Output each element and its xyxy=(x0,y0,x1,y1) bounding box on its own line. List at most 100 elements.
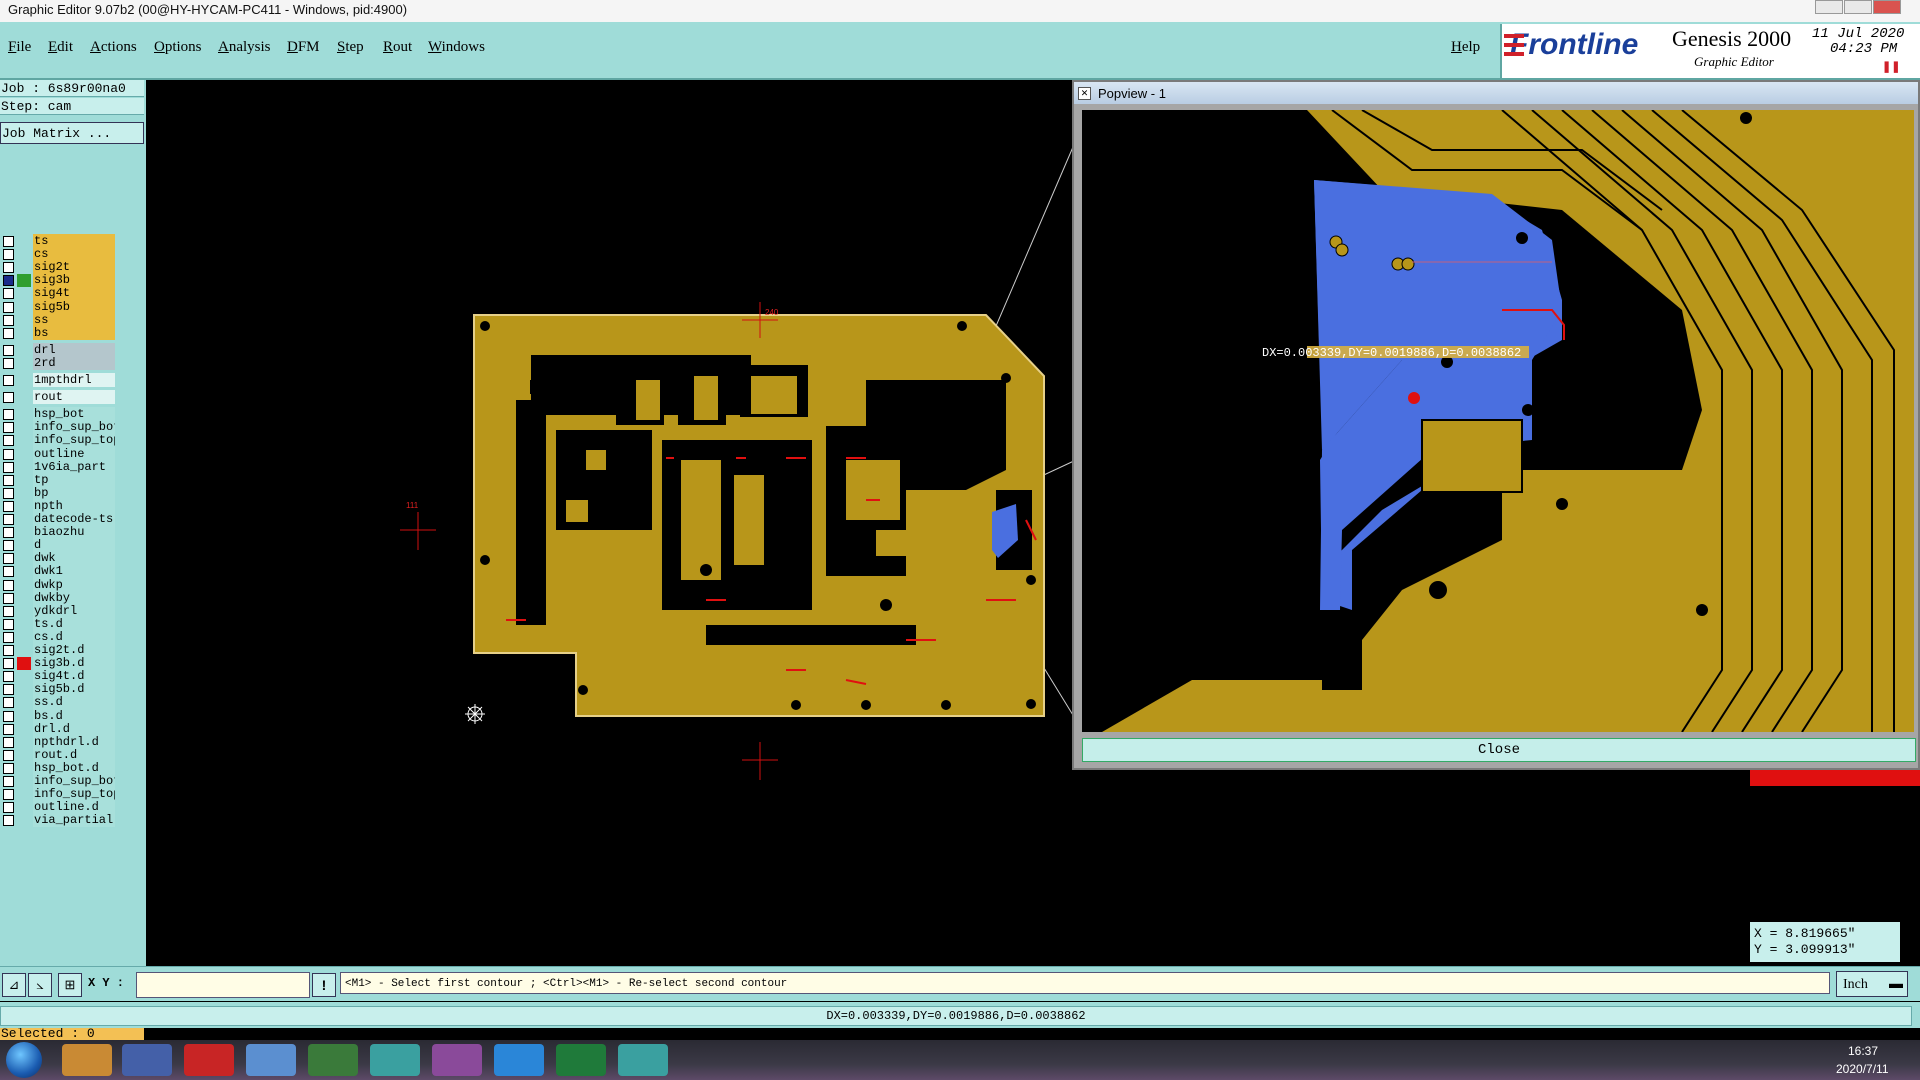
messenger-icon[interactable] xyxy=(494,1044,544,1076)
layer-name[interactable]: info_sup_top xyxy=(33,787,115,802)
layer-checkbox[interactable] xyxy=(3,275,14,287)
layer-row[interactable]: 1mpthdrl xyxy=(0,373,118,388)
layer-checkbox[interactable] xyxy=(3,409,14,421)
layer-name[interactable]: 1mpthdrl xyxy=(33,373,115,387)
layer-name[interactable]: bp xyxy=(33,485,115,500)
layer-checkbox[interactable] xyxy=(3,500,14,512)
layer-checkbox[interactable] xyxy=(3,314,14,326)
layer-checkbox[interactable] xyxy=(3,631,14,643)
layer-name[interactable]: info_sup_bot xyxy=(33,774,115,788)
layer-checkbox[interactable] xyxy=(3,540,14,552)
menu-actions[interactable]: Actions xyxy=(90,39,137,56)
layer-checkbox[interactable] xyxy=(3,618,14,630)
menu-windows[interactable]: Windows xyxy=(428,39,485,56)
layer-checkbox[interactable] xyxy=(3,762,14,774)
layer-name[interactable]: biaozhu xyxy=(33,525,115,540)
layer-checkbox[interactable] xyxy=(3,815,14,827)
layer-row[interactable]: via_partial xyxy=(0,813,118,828)
shell-app-icon[interactable] xyxy=(62,1044,112,1076)
minimize-button[interactable] xyxy=(1815,0,1843,14)
layer-checkbox[interactable] xyxy=(3,566,14,578)
layer-name[interactable]: npth xyxy=(33,498,115,513)
close-window-button[interactable] xyxy=(1873,0,1901,14)
layer-name[interactable]: ss xyxy=(33,312,115,327)
layer-checkbox[interactable] xyxy=(3,671,14,683)
layer-checkbox[interactable] xyxy=(3,375,14,386)
layer-name[interactable]: rout.d xyxy=(33,747,115,762)
layer-name[interactable]: npthdrl.d xyxy=(33,734,115,749)
layer-row[interactable]: 2rd xyxy=(0,355,118,371)
layer-checkbox[interactable] xyxy=(3,736,14,748)
layer-checkbox[interactable] xyxy=(3,802,14,814)
layer-name[interactable]: sig5b xyxy=(33,299,115,314)
popview-zoom-view[interactable]: DX=0.003339,DY=0.0019886,D=0.0038862 xyxy=(1082,110,1914,732)
layer-checkbox[interactable] xyxy=(3,579,14,591)
layer-name[interactable]: sig4t xyxy=(33,286,115,301)
save-app-icon[interactable] xyxy=(122,1044,172,1076)
layer-checkbox[interactable] xyxy=(3,435,14,447)
start-button[interactable] xyxy=(6,1042,42,1078)
layer-name[interactable]: via_partial xyxy=(33,813,115,828)
layer-name[interactable]: hsp_bot xyxy=(33,407,115,422)
menu-help[interactable]: Help xyxy=(1451,39,1480,56)
menu-analysis[interactable]: Analysis xyxy=(218,39,271,56)
layer-row[interactable]: bs xyxy=(0,325,118,341)
layer-checkbox[interactable] xyxy=(3,553,14,565)
layer-name[interactable]: cs xyxy=(33,247,115,262)
layer-name[interactable]: tp xyxy=(33,472,115,487)
layer-name[interactable]: bs xyxy=(33,325,115,340)
layer-checkbox[interactable] xyxy=(3,392,14,404)
layer-name[interactable]: sig4t.d xyxy=(33,669,115,684)
layer-checkbox[interactable] xyxy=(3,645,14,656)
measure-icon[interactable]: ⦣ xyxy=(28,973,52,997)
layer-checkbox[interactable] xyxy=(3,327,14,339)
layer-checkbox[interactable] xyxy=(3,514,14,525)
app-green-icon[interactable] xyxy=(308,1044,358,1076)
xy-input[interactable] xyxy=(136,972,310,998)
layer-checkbox[interactable] xyxy=(3,605,14,617)
layer-checkbox[interactable] xyxy=(3,749,14,761)
layer-checkbox[interactable] xyxy=(3,288,14,300)
menu-dfm[interactable]: DFM xyxy=(287,39,320,56)
layer-name[interactable]: d xyxy=(33,538,115,553)
layer-checkbox[interactable] xyxy=(3,723,14,735)
layer-checkbox[interactable] xyxy=(3,658,14,670)
layer-name[interactable]: dwk1 xyxy=(33,564,115,579)
layer-name[interactable]: bs.d xyxy=(33,708,115,723)
layer-name[interactable]: 2rd xyxy=(33,355,115,370)
layer-name[interactable]: dwkby xyxy=(33,590,115,605)
app-red-icon[interactable] xyxy=(184,1044,234,1076)
layer-checkbox[interactable] xyxy=(3,697,14,709)
layer-name[interactable]: ydkdrl xyxy=(33,603,115,618)
layer-name[interactable]: cs.d xyxy=(33,629,115,644)
menu-options[interactable]: Options xyxy=(154,39,202,56)
layer-name[interactable]: outline.d xyxy=(33,800,115,815)
menu-step[interactable]: Step xyxy=(337,39,364,56)
layer-checkbox[interactable] xyxy=(3,527,14,539)
popview-close-button[interactable]: Close xyxy=(1082,738,1916,762)
layer-name[interactable]: sig3b xyxy=(33,273,115,288)
maximize-button[interactable] xyxy=(1844,0,1872,14)
layer-row[interactable]: rout xyxy=(0,390,118,405)
genesis-icon-2[interactable] xyxy=(618,1044,668,1076)
layer-name[interactable]: ts.d xyxy=(33,616,115,631)
info-icon[interactable]: ! xyxy=(312,973,336,997)
menu-edit[interactable]: Edit xyxy=(48,39,73,56)
layer-name[interactable]: outline xyxy=(33,446,115,461)
layer-name[interactable]: dwk xyxy=(33,551,115,566)
layer-checkbox[interactable] xyxy=(3,592,14,604)
layer-checkbox[interactable] xyxy=(3,789,14,801)
layer-name[interactable]: sig3b.d xyxy=(33,656,115,671)
notepad-icon[interactable] xyxy=(246,1044,296,1076)
layer-name[interactable]: drl.d xyxy=(33,721,115,736)
layer-name[interactable]: ts xyxy=(33,234,115,248)
layer-checkbox[interactable] xyxy=(3,422,14,434)
layer-checkbox[interactable] xyxy=(3,487,14,499)
layer-checkbox[interactable] xyxy=(3,301,14,313)
layer-checkbox[interactable] xyxy=(3,262,14,274)
genesis-icon[interactable] xyxy=(370,1044,420,1076)
layer-checkbox[interactable] xyxy=(3,710,14,722)
layer-checkbox[interactable] xyxy=(3,474,14,486)
layer-checkbox[interactable] xyxy=(3,461,14,473)
layer-name[interactable]: sig2t xyxy=(33,260,115,275)
